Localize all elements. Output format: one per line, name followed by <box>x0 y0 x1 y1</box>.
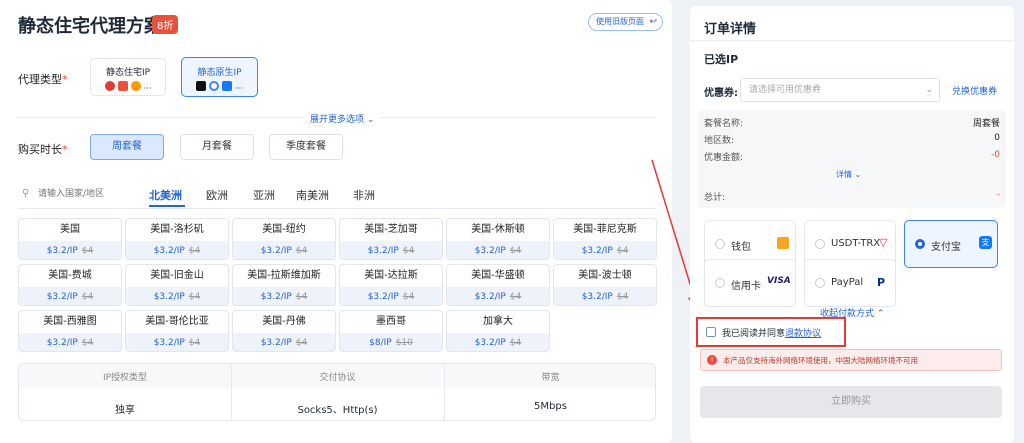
details-label: 详情 <box>836 170 852 179</box>
radio-button <box>815 278 825 288</box>
summary-key: 地区数: <box>704 136 735 146</box>
order-title: 订单详情 <box>704 22 757 37</box>
summary-value: 0 <box>994 133 1000 143</box>
payment-label: PayPal <box>831 277 864 288</box>
order-panel: 订单详情 已选IP 优惠券: 请选择可用优惠券 ⌄ 兑换优惠券 套餐名称: 周套餐 … <box>690 6 1014 443</box>
visa-icon: VISA <box>767 276 791 286</box>
summary-key: 套餐名称: <box>704 119 744 129</box>
payment-paypal[interactable]: PayPal P <box>804 259 896 307</box>
summary-value: 周套餐 <box>972 119 1000 129</box>
agree-label: 我已阅读并同意 <box>722 329 786 339</box>
chevron-down-icon: ⌄ <box>854 170 862 179</box>
coupon-select[interactable]: 请选择可用优惠券 ⌄ <box>740 78 940 102</box>
total-value: - <box>996 190 1000 200</box>
warning-text: 本产品仅支持海外网络环境使用，中国大陆网络环境不可用 <box>723 356 918 365</box>
coupon-placeholder: 请选择可用优惠券 <box>749 85 822 95</box>
divider <box>690 40 1014 41</box>
alipay-icon: 支 <box>979 236 992 249</box>
summary-row: 套餐名称: 周套餐 <box>704 116 1000 129</box>
summary-row: 优惠金额: -0 <box>704 150 1000 163</box>
tron-icon: ▽ <box>879 236 888 249</box>
coupon-label: 优惠券: <box>704 88 738 99</box>
agreement-text: 我已阅读并同意退款协议 <box>722 326 821 339</box>
agree-checkbox[interactable] <box>706 327 716 337</box>
summary-value: -0 <box>991 150 1000 160</box>
payment-label: 钱包 <box>731 242 751 253</box>
summary-row: 地区数: 0 <box>704 133 1000 146</box>
details-toggle[interactable]: 详情 ⌄ <box>836 169 861 180</box>
radio-button <box>715 239 725 249</box>
radio-button <box>715 278 725 288</box>
total-row: 总计: - <box>704 190 1000 203</box>
buy-now-button[interactable]: 立即购买 <box>700 386 1002 418</box>
selected-ip-label: 已选IP <box>704 53 739 66</box>
payment-label: USDT-TRX <box>831 238 881 249</box>
summary-key: 优惠金额: <box>704 153 744 163</box>
payment-label: 信用卡 <box>731 281 761 292</box>
wallet-icon <box>777 237 789 249</box>
chevron-up-icon: ⌃ <box>876 309 885 319</box>
radio-button <box>915 239 925 249</box>
payment-label: 支付宝 <box>931 242 961 253</box>
radio-button <box>815 239 825 249</box>
payment-alipay[interactable]: 支付宝 支 <box>904 220 998 268</box>
payment-credit-card[interactable]: 信用卡 VISA <box>704 259 796 307</box>
total-label: 总计: <box>704 193 726 203</box>
arrow-line <box>651 159 696 301</box>
redeem-coupon-link[interactable]: 兑换优惠券 <box>952 84 997 97</box>
warning-banner: ! 本产品仅支持海外网络环境使用，中国大陆网络环境不可用 <box>700 349 1002 371</box>
warning-icon: ! <box>707 355 717 365</box>
paypal-icon: P <box>877 276 886 289</box>
refund-policy-link[interactable]: 退款协议 <box>785 329 821 339</box>
chevron-down-icon: ⌄ <box>925 85 933 95</box>
